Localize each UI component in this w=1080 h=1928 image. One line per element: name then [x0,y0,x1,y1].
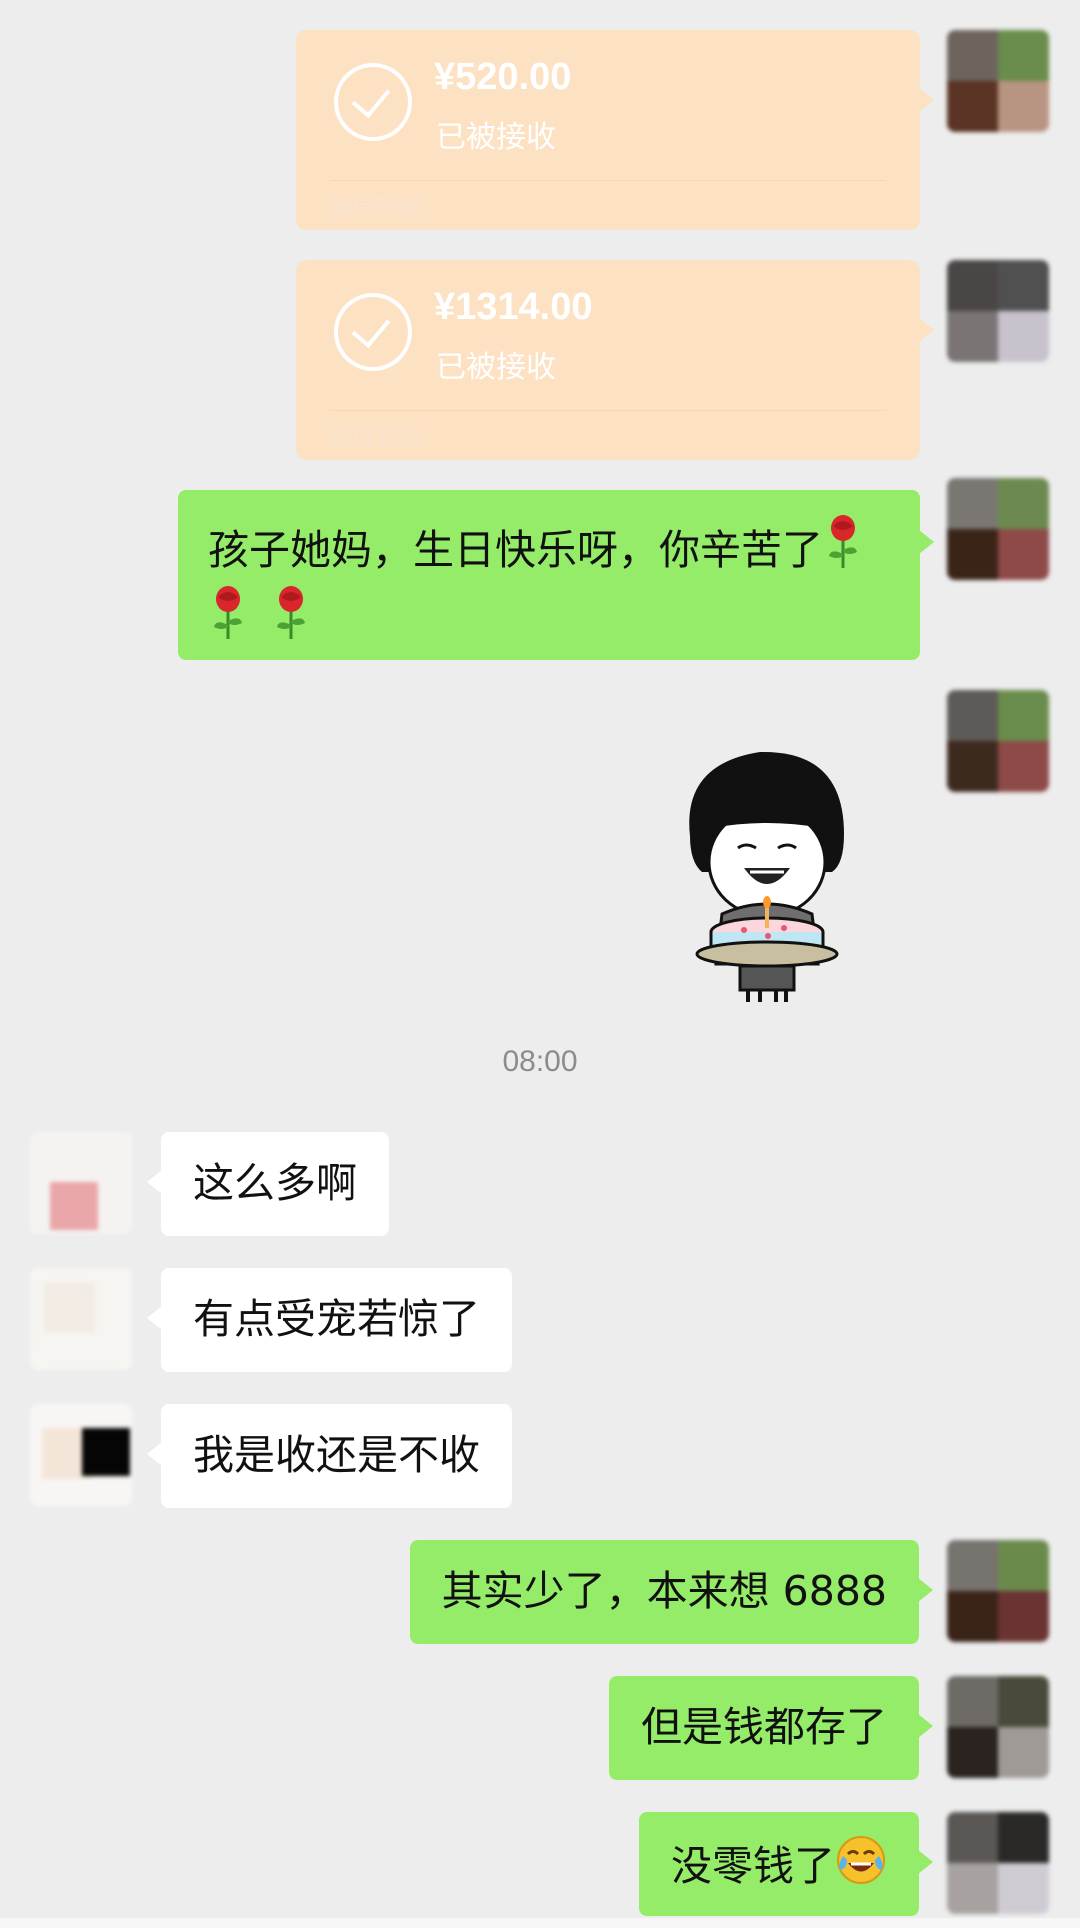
laugh-cry-emoji [835,1834,887,1901]
avatar-self[interactable] [947,690,1049,792]
timestamp: 08:00 [502,1045,578,1078]
bubble-tail [918,1850,933,1874]
message-text: 这么多啊 [193,1159,357,1207]
avatar-self[interactable] [947,1540,1049,1642]
transfer-label: 微信转账 [328,194,424,222]
message-text: 孩子她妈，生日快乐呀，你辛苦了 [208,526,823,574]
message-bubble-received[interactable]: 我是收还是不收 [147,1404,512,1508]
transfer-card[interactable]: ¥520.00 已被接收 微信转账 [296,30,934,230]
avatar-self[interactable] [947,478,1049,580]
bubble-tail [919,530,934,554]
rose-emoji [208,585,248,656]
rose-emoji [823,514,863,585]
birthday-cake-sticker[interactable] [672,744,862,1004]
transfer-divider [330,180,886,181]
rose-emoji [271,585,311,656]
avatar-self[interactable] [947,260,1049,362]
bubble-tail [147,1442,162,1466]
transfer-status: 已被接收 [436,350,556,385]
avatar-self[interactable] [947,30,1049,132]
message-bubble-sent[interactable]: 其实少了，本来想 6888 [409,1540,933,1644]
transfer-amount: ¥1314.00 [434,286,593,328]
message-bubble-sent[interactable]: 孩子她妈，生日快乐呀，你辛苦了 [178,490,934,660]
bottom-edge [0,1918,1080,1928]
transfer-amount: ¥520.00 [434,56,572,98]
transfer-card[interactable]: ¥1314.00 已被接收 微信转账 [296,260,934,460]
transfer-label: 微信转账 [328,424,424,452]
message-bubble-received[interactable]: 这么多啊 [147,1132,389,1236]
transfer-status: 已被接收 [436,120,556,155]
transfer-divider [330,410,886,411]
message-text: 其实少了，本来想 6888 [441,1567,887,1615]
avatar-self[interactable] [947,1812,1049,1914]
bubble-tail [147,1170,162,1194]
bubble-tail [919,318,934,342]
message-bubble-sent[interactable]: 但是钱都存了 [609,1676,933,1780]
message-text: 但是钱都存了 [641,1703,887,1751]
message-text: 我是收还是不收 [193,1431,480,1479]
bubble-tail [147,1306,162,1330]
bubble-tail [919,88,934,112]
bubble-tail [918,1578,933,1602]
message-text: 有点受宠若惊了 [193,1295,480,1343]
avatar-contact[interactable] [30,1268,132,1370]
avatar-self[interactable] [947,1676,1049,1778]
message-bubble-sent[interactable]: 没零钱了 [639,1812,933,1916]
message-text: 没零钱了 [671,1842,835,1890]
check-circle-icon [334,293,412,371]
bubble-tail [918,1714,933,1738]
avatar-contact[interactable] [30,1404,132,1506]
check-circle-icon [334,63,412,141]
message-bubble-received[interactable]: 有点受宠若惊了 [147,1268,512,1372]
avatar-contact[interactable] [30,1132,132,1234]
